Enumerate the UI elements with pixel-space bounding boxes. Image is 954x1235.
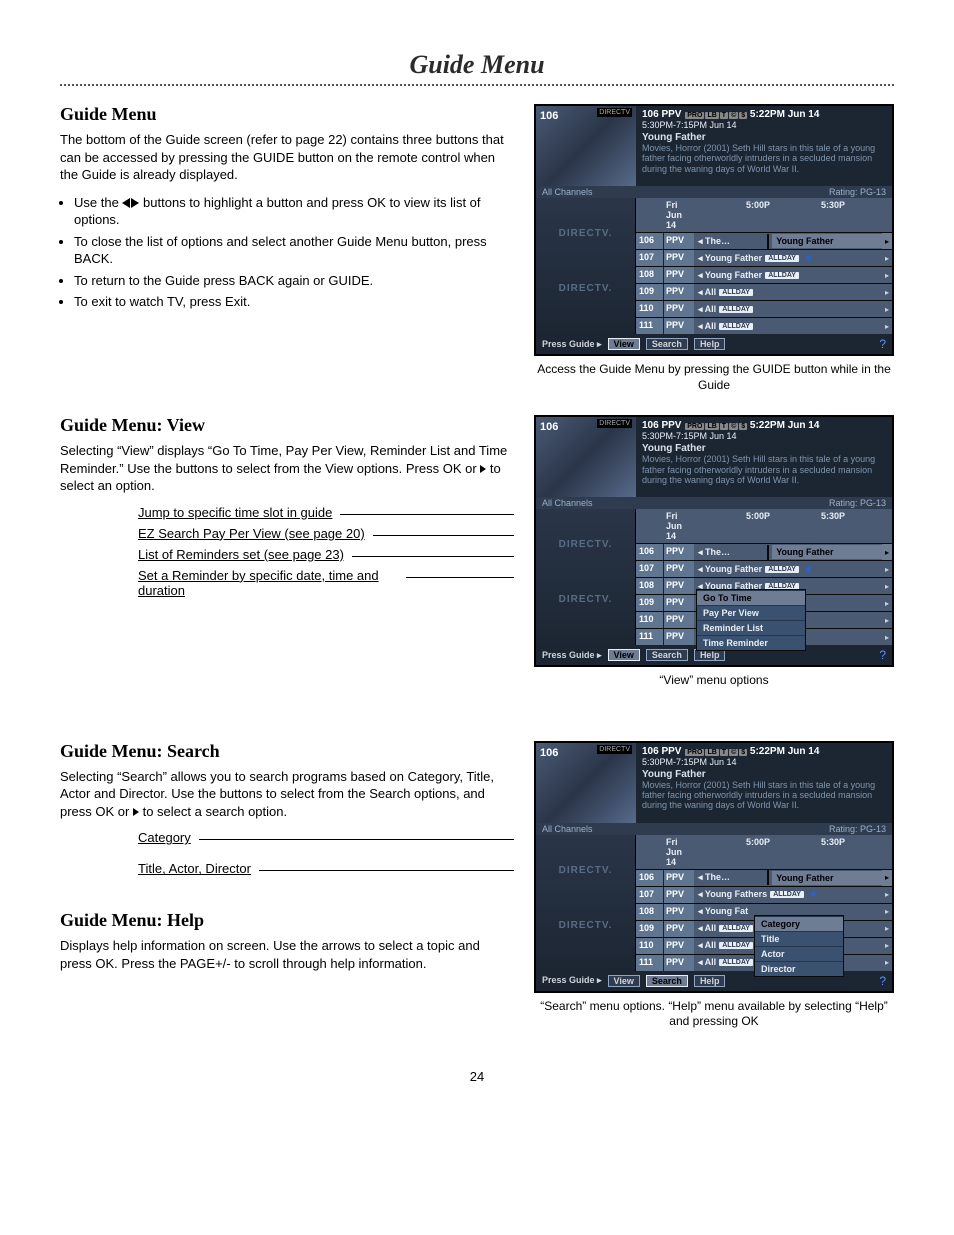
caption-search-help: “Search” menu options. “Help” menu avail… <box>534 999 894 1030</box>
page-title: Guide Menu <box>60 50 894 80</box>
guide-view-button[interactable]: View <box>608 649 640 661</box>
screenshot-guide-menu: 106DIRECTV 106 PPV PROLBT©$ 5:22PM Jun 1… <box>534 104 894 356</box>
section-heading-view: Guide Menu: View <box>60 415 514 436</box>
annot-category: Category <box>138 830 191 845</box>
view-annotations: Jump to specific time slot in guide EZ S… <box>138 505 514 598</box>
left-arrow-icon <box>122 198 130 208</box>
page-number: 24 <box>60 1068 894 1086</box>
right-arrow-icon <box>131 198 139 208</box>
bullet-use-arrows: Use the buttons to highlight a button an… <box>74 194 514 229</box>
guide-help-button[interactable]: Help <box>694 975 726 987</box>
search-popup-item[interactable]: Category <box>755 916 843 931</box>
help-intro: Displays help information on screen. Use… <box>60 937 514 972</box>
bullet-exit: To exit to watch TV, press Exit. <box>74 293 514 311</box>
guide-search-button[interactable]: Search <box>646 975 688 987</box>
search-popup-item[interactable]: Title <box>755 931 843 946</box>
view-popup-item[interactable]: Reminder List <box>697 620 805 635</box>
section-heading-help: Guide Menu: Help <box>60 910 514 931</box>
search-popup-item[interactable]: Director <box>755 961 843 976</box>
divider <box>60 84 894 86</box>
annot-set-reminder: Set a Reminder by specific date, time an… <box>138 568 398 598</box>
screenshot-search-menu: 106DIRECTV 106 PPV PROLBT©$ 5:22PM Jun 1… <box>534 741 894 993</box>
view-popup-item[interactable]: Time Reminder <box>697 635 805 650</box>
search-annotations: Category Title, Actor, Director <box>138 830 514 876</box>
search-popup-item[interactable]: Actor <box>755 946 843 961</box>
search-popup-menu[interactable]: CategoryTitleActorDirector <box>754 915 844 977</box>
annot-reminders-list: List of Reminders set (see page 23) <box>138 547 344 562</box>
caption-view: “View” menu options <box>534 673 894 689</box>
annot-title-actor-director: Title, Actor, Director <box>138 861 251 876</box>
view-popup-item[interactable]: Pay Per View <box>697 605 805 620</box>
bullet-close-back: To close the list of options and select … <box>74 233 514 268</box>
guide-help-button[interactable]: Help <box>694 338 726 350</box>
guide-search-button[interactable]: Search <box>646 649 688 661</box>
annot-ez-search: EZ Search Pay Per View (see page 20) <box>138 526 365 541</box>
bullet-return: To return to the Guide press BACK again … <box>74 272 514 290</box>
guide-view-button[interactable]: View <box>608 338 640 350</box>
guide-menu-bullets: Use the buttons to highlight a button an… <box>60 194 514 311</box>
guide-search-button[interactable]: Search <box>646 338 688 350</box>
search-intro: Selecting “Search” allows you to search … <box>60 768 514 821</box>
view-popup-menu[interactable]: Go To TimePay Per ViewReminder ListTime … <box>696 589 806 651</box>
view-popup-item[interactable]: Go To Time <box>697 590 805 605</box>
section-heading-search: Guide Menu: Search <box>60 741 514 762</box>
annot-jump-time: Jump to specific time slot in guide <box>138 505 332 520</box>
view-intro: Selecting “View” displays “Go To Time, P… <box>60 442 514 495</box>
caption-guide-menu: Access the Guide Menu by pressing the GU… <box>534 362 894 393</box>
guide-menu-intro: The bottom of the Guide screen (refer to… <box>60 131 514 184</box>
guide-view-button[interactable]: View <box>608 975 640 987</box>
screenshot-view-menu: 106DIRECTV 106 PPV PROLBT©$ 5:22PM Jun 1… <box>534 415 894 667</box>
section-heading-guide-menu: Guide Menu <box>60 104 514 125</box>
